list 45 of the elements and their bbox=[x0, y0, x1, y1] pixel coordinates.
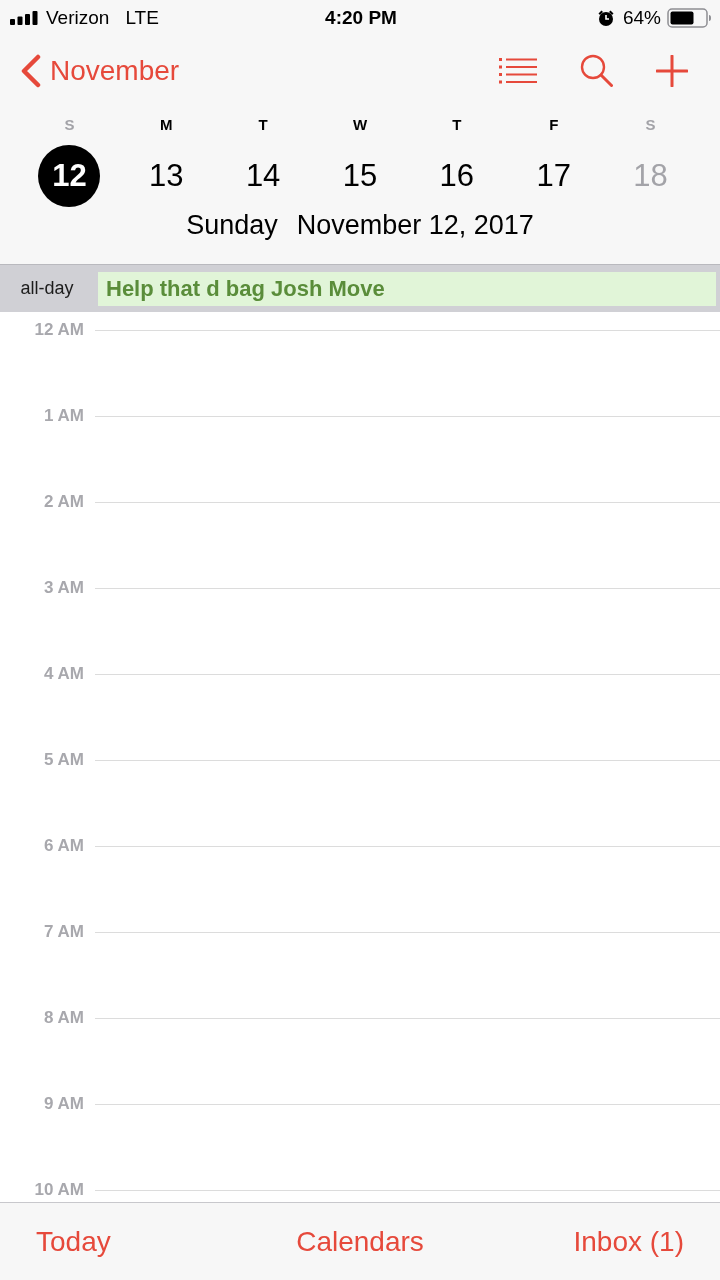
date-button[interactable]: 14 bbox=[232, 145, 295, 207]
search-button[interactable] bbox=[580, 54, 613, 87]
weekday-letter: W bbox=[351, 116, 369, 134]
back-button[interactable]: November bbox=[20, 53, 180, 88]
hour-label: 6 AM bbox=[43, 836, 84, 856]
hour-label: 1 AM bbox=[43, 406, 84, 426]
date-label: November 12, 2017 bbox=[296, 209, 534, 241]
tab-bar-button[interactable]: Inbox (1) bbox=[573, 1224, 684, 1259]
battery-icon bbox=[667, 8, 712, 28]
chevron-left-icon bbox=[20, 53, 42, 88]
hour-label: 4 AM bbox=[43, 664, 84, 684]
hour-label: 12 AM bbox=[33, 320, 84, 340]
date-button[interactable]: 17 bbox=[522, 145, 585, 207]
list-view-button[interactable] bbox=[499, 57, 537, 84]
weekday-letter: S bbox=[63, 116, 76, 134]
add-button[interactable] bbox=[656, 54, 688, 87]
date-button[interactable]: 16 bbox=[425, 145, 488, 207]
hour-label: 8 AM bbox=[43, 1008, 84, 1028]
clock-time: 4:20 PM bbox=[325, 7, 397, 29]
date-button[interactable]: 12 bbox=[38, 145, 101, 207]
all-day-label: all-day bbox=[19, 277, 75, 300]
network-type: LTE bbox=[125, 7, 159, 29]
hour-label: 3 AM bbox=[43, 578, 84, 598]
weekday-letter: S bbox=[644, 116, 657, 134]
hour-label: 2 AM bbox=[43, 492, 84, 512]
hour-label: 7 AM bbox=[43, 922, 84, 942]
weekday-letter: M bbox=[159, 116, 174, 134]
hour-label: 5 AM bbox=[43, 750, 84, 770]
date-button[interactable]: 13 bbox=[135, 145, 198, 207]
plus-icon bbox=[656, 54, 688, 87]
tab-bar-button[interactable]: Calendars bbox=[296, 1224, 424, 1259]
weekday-label: Sunday bbox=[186, 209, 278, 241]
weekday-letter: T bbox=[451, 116, 463, 134]
list-icon bbox=[499, 57, 537, 84]
hour-label: 9 AM bbox=[43, 1094, 84, 1114]
alarm-icon bbox=[596, 9, 615, 27]
battery-percent: 64% bbox=[622, 7, 661, 29]
search-icon bbox=[580, 54, 613, 87]
weekday-letter: T bbox=[257, 116, 269, 134]
hour-label: 10 AM bbox=[33, 1180, 84, 1200]
carrier-name: Verizon bbox=[46, 7, 110, 29]
tab-bar-button[interactable]: Today bbox=[36, 1224, 111, 1259]
signal-icon bbox=[10, 11, 38, 25]
date-button[interactable]: 15 bbox=[329, 145, 391, 207]
weekday-letter: F bbox=[548, 116, 560, 134]
